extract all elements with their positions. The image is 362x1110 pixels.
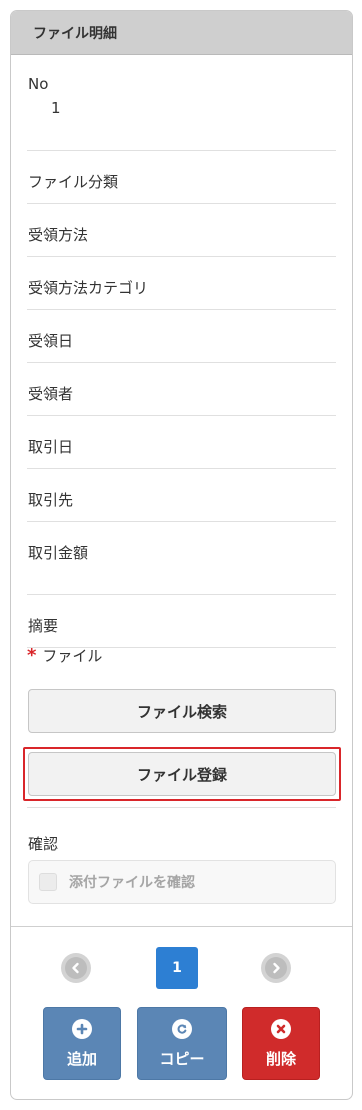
confirm-checkbox-row[interactable]: 添付ファイルを確認 — [28, 860, 336, 904]
confirm-checkbox-label: 添付ファイルを確認 — [69, 875, 195, 891]
delete-button[interactable]: 削除 — [242, 1007, 320, 1080]
copy-button[interactable]: コピー — [137, 1007, 227, 1080]
field-transaction-date: 取引日 — [27, 416, 336, 469]
field-list: No 1 ファイル分類 受領方法 受領方法カテゴリ 受領日 受領者 取引日 取引… — [27, 55, 336, 648]
file-detail-panel: ファイル明細 No 1 ファイル分類 受領方法 受領方法カテゴリ 受領日 受領者… — [10, 10, 353, 1100]
field-label-counterparty: 取引先 — [28, 491, 74, 509]
pager-prev-button[interactable] — [61, 953, 91, 983]
field-label-no: No — [28, 75, 49, 93]
field-label-summary: 摘要 — [28, 617, 59, 635]
chevron-left-icon — [65, 957, 87, 979]
delete-button-label: 削除 — [265, 1049, 296, 1068]
chevron-right-icon — [265, 957, 287, 979]
add-button-label: 追加 — [66, 1049, 97, 1068]
field-receipt-method-category: 受領方法カテゴリ — [27, 257, 336, 310]
copy-button-label: コピー — [159, 1049, 205, 1068]
field-summary: 摘要 — [27, 595, 336, 648]
confirm-checkbox[interactable] — [39, 873, 57, 891]
plus-circle-icon — [72, 1018, 92, 1039]
field-counterparty: 取引先 — [27, 469, 336, 522]
field-label-receipt-date: 受領日 — [28, 332, 74, 350]
panel-title: ファイル明細 — [11, 11, 352, 55]
required-mark: * — [27, 645, 37, 666]
file-label: * ファイル — [27, 645, 102, 666]
pager-next-button[interactable] — [261, 953, 291, 983]
field-label-receiver: 受領者 — [28, 385, 74, 403]
field-receipt-method: 受領方法 — [27, 204, 336, 257]
field-label-file-category: ファイル分類 — [28, 173, 119, 191]
field-label-transaction-date: 取引日 — [28, 438, 74, 456]
close-circle-icon — [271, 1018, 291, 1039]
field-transaction-amount: 取引金額 — [27, 522, 336, 595]
field-receipt-date: 受領日 — [27, 310, 336, 363]
pager-page-current[interactable]: 1 — [156, 947, 198, 989]
refresh-circle-icon — [172, 1018, 192, 1039]
field-label-transaction-amount: 取引金額 — [28, 544, 89, 562]
field-file-category: ファイル分類 — [27, 151, 336, 204]
add-button[interactable]: 追加 — [43, 1007, 121, 1080]
file-label-text: ファイル — [42, 647, 103, 665]
field-no: No 1 — [27, 55, 336, 151]
field-label-receipt-method-category: 受領方法カテゴリ — [28, 279, 149, 297]
field-receiver: 受領者 — [27, 363, 336, 416]
file-search-button[interactable]: ファイル検索 — [28, 689, 336, 733]
field-value-no: 1 — [51, 99, 61, 117]
file-register-button[interactable]: ファイル登録 — [28, 752, 336, 796]
footer-divider — [11, 926, 352, 927]
field-label-receipt-method: 受領方法 — [28, 226, 89, 244]
divider — [27, 807, 336, 808]
confirm-label: 確認 — [28, 835, 59, 853]
